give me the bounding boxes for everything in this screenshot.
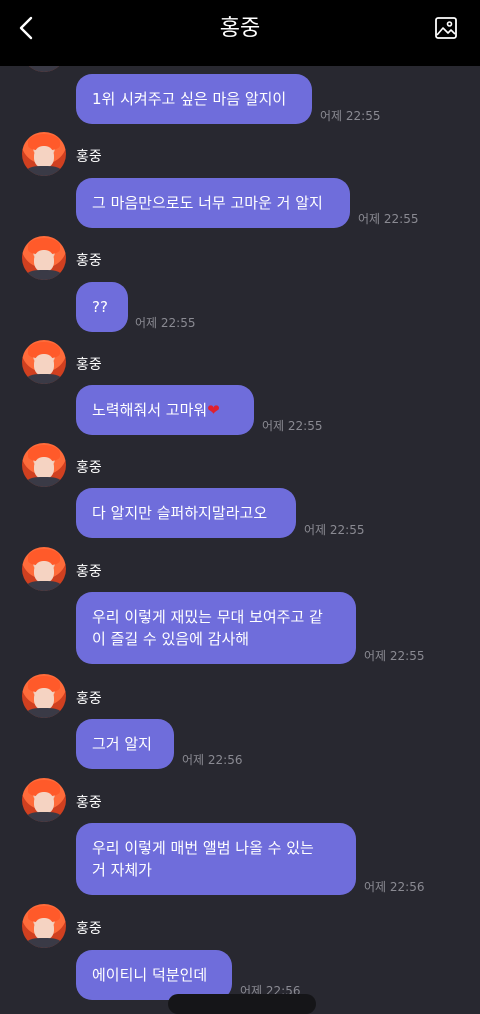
chat-header: 홍중: [0, 0, 480, 66]
sender-name: 홍중: [76, 921, 102, 937]
avatar[interactable]: [22, 236, 66, 280]
message-timestamp: 어제 22:55: [364, 649, 425, 663]
sender-name: 홍중: [76, 253, 102, 269]
message-list[interactable]: 1위 시켜주고 싶은 마음 알지이 어제 22:55 홍중 그 마음만으로도 너…: [0, 28, 480, 1006]
avatar[interactable]: [22, 443, 66, 487]
message-bubble[interactable]: 우리 이렇게 매번 앨범 나올 수 있는 거 자체가: [76, 823, 356, 895]
message-bubble[interactable]: ??: [76, 282, 128, 332]
avatar[interactable]: [22, 547, 66, 591]
message-bubble[interactable]: 에이티니 덕분인데: [76, 950, 232, 1000]
avatar[interactable]: [22, 132, 66, 176]
message-timestamp: 어제 22:56: [364, 880, 425, 894]
avatar[interactable]: [22, 778, 66, 822]
avatar[interactable]: [22, 904, 66, 948]
sender-name: 홍중: [76, 795, 102, 811]
message-bubble[interactable]: 우리 이렇게 재밌는 무대 보여주고 같 이 즐길 수 있음에 감사해: [76, 592, 356, 664]
sender-name: 홍중: [76, 691, 102, 707]
sender-name: 홍중: [76, 149, 102, 165]
message-bubble[interactable]: 1위 시켜주고 싶은 마음 알지이: [76, 74, 312, 124]
gallery-button[interactable]: [434, 16, 458, 40]
heart-icon: ❤: [207, 401, 220, 419]
message-timestamp: 어제 22:55: [320, 109, 381, 123]
sender-name: 홍중: [76, 564, 102, 580]
message-bubble[interactable]: 그거 알지: [76, 719, 174, 769]
message-bubble[interactable]: 그 마음만으로도 너무 고마운 거 알지: [76, 178, 350, 228]
message-text: 노력해줘서 고마워: [92, 401, 208, 419]
scroll-to-bottom-pill[interactable]: [168, 994, 316, 1014]
image-icon: [435, 17, 457, 39]
avatar[interactable]: [22, 674, 66, 718]
message-timestamp: 어제 22:55: [304, 523, 365, 537]
sender-name: 홍중: [76, 460, 102, 476]
chat-title: 홍중: [219, 16, 261, 41]
message-bubble[interactable]: 노력해줘서 고마워❤: [76, 385, 254, 435]
message-bubble[interactable]: 다 알지만 슬퍼하지말라고오: [76, 488, 296, 538]
avatar[interactable]: [22, 340, 66, 384]
message-timestamp: 어제 22:55: [135, 316, 196, 330]
message-timestamp: 어제 22:56: [182, 753, 243, 767]
sender-name: 홍중: [76, 357, 102, 373]
message-timestamp: 어제 22:55: [358, 212, 419, 226]
message-timestamp: 어제 22:55: [262, 419, 323, 433]
